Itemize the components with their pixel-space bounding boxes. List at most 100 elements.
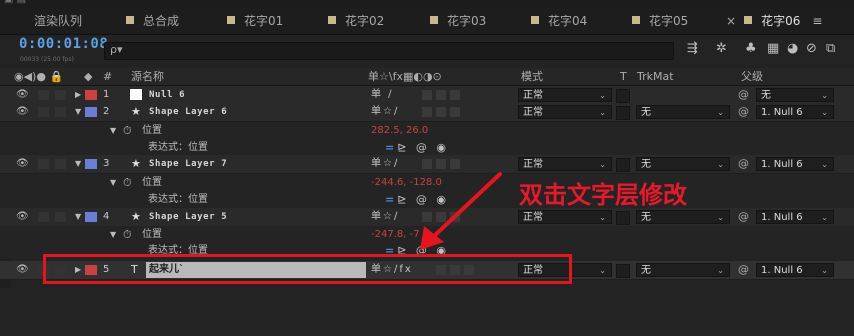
preserve-transparency-toggle[interactable] (616, 158, 630, 172)
tab-main-comp[interactable]: 总合成 (126, 8, 179, 34)
expression-row[interactable]: 表达式：位置 =⊵ @ ◉ (0, 139, 854, 156)
switch-box[interactable] (436, 90, 446, 100)
stopwatch-icon[interactable]: ⏱ (123, 122, 132, 140)
trkmat-select[interactable]: 无 ⌄ (636, 210, 730, 224)
label-color-swatch[interactable] (85, 159, 97, 169)
collapse-triangle-icon[interactable]: ▼ (75, 155, 81, 173)
comp-mini-flowchart-icon[interactable]: ⇶ (687, 41, 698, 56)
collapse-triangle-icon[interactable]: ▼ (110, 174, 116, 192)
blend-mode-value: 正常 (523, 90, 543, 101)
layer-columns-header: ◉◀)● 🔒 ◆ # 源名称 单☆\fx▦◐◑⊙ 模式 T TrkMat 父级 (0, 68, 854, 86)
preserve-transparency-toggle[interactable] (616, 89, 630, 103)
trkmat-select[interactable]: 无 ⌄ (636, 263, 730, 277)
lock-toggle[interactable] (55, 107, 66, 117)
composition-tab-bar: 渲染队列 总合成 花字01 花字02 花字03 花字04 花字05 × 花字06 ≡ (0, 8, 854, 35)
null-layer-icon (130, 89, 142, 100)
stopwatch-icon[interactable]: ⏱ (123, 174, 132, 192)
switch-box[interactable] (450, 90, 460, 100)
parent-select[interactable]: 1. Null 6 ⌄ (756, 210, 834, 224)
position-value[interactable]: 282.5, 26.0 (371, 122, 428, 140)
current-time-display[interactable]: 0:00:01:08 (19, 36, 108, 52)
eye-icon[interactable]: 👁 (16, 208, 29, 226)
label-color-swatch[interactable] (85, 212, 97, 222)
source-name-header[interactable]: 源名称 (131, 68, 164, 85)
blend-mode-select[interactable]: 正常 ⌄ (518, 88, 612, 102)
panel-menu-icon[interactable]: ≡ (812, 14, 822, 28)
lock-toggle[interactable] (55, 159, 66, 169)
collapse-triangle-icon[interactable]: ▼ (75, 208, 81, 226)
tab-huazi06[interactable]: × 花字06 ≡ (726, 8, 822, 34)
expand-triangle-icon[interactable]: ▶ (75, 86, 81, 104)
tab-huazi05[interactable]: 花字05 (632, 8, 688, 34)
parent-select[interactable]: 1. Null 6 ⌄ (756, 105, 834, 119)
eye-icon[interactable]: 👁 (16, 261, 29, 279)
pick-whip-icon[interactable]: @ (738, 103, 749, 121)
switch-box[interactable] (450, 107, 460, 117)
close-icon[interactable]: × (726, 14, 736, 28)
tab-huazi03[interactable]: 花字03 (430, 8, 486, 34)
blend-mode-select[interactable]: 正常 ⌄ (518, 210, 612, 224)
property-row[interactable]: ▼ ⏱ 位置 282.5, 26.0 (0, 122, 854, 139)
blend-mode-select[interactable]: 正常 ⌄ (518, 157, 612, 171)
pick-whip-icon[interactable]: @ (738, 155, 749, 173)
collapse-triangle-icon[interactable]: ▼ (75, 103, 81, 121)
blend-mode-select[interactable]: 正常 ⌄ (518, 105, 612, 119)
layer-name[interactable]: Shape Layer 6 (149, 103, 227, 121)
graph-editor-icon[interactable]: ⊘ (806, 41, 817, 56)
lock-toggle[interactable] (55, 90, 66, 100)
collapse-triangle-icon[interactable]: ▼ (110, 122, 116, 140)
layer-search-input[interactable]: ρ▾ (104, 42, 674, 60)
label-color-swatch[interactable] (85, 107, 97, 117)
pick-whip-icon[interactable]: @ (738, 208, 749, 226)
chevron-down-icon: ⌄ (717, 266, 724, 275)
comp-marker-icon (430, 16, 438, 24)
comp-marker-icon (744, 16, 753, 24)
layer-switches[interactable]: 单 ∕ (371, 86, 394, 104)
audio-toggle[interactable] (38, 90, 49, 100)
switch-box[interactable] (422, 107, 432, 117)
layer-name[interactable]: Null 6 (149, 86, 185, 104)
layer-row[interactable]: 👁 ▼ 2 ★ Shape Layer 6 单☆∕ 正常 ⌄ 无 ⌄ @ 1. Nu… (0, 103, 854, 122)
comp-marker-icon (227, 16, 235, 24)
tab-render-queue[interactable]: 渲染队列 (34, 8, 82, 34)
annotation-arrow-icon (420, 172, 502, 250)
label-header-icon: ◆ (84, 70, 93, 83)
trkmat-value: 无 (641, 107, 651, 118)
trkmat-select[interactable]: 无 ⌄ (636, 157, 730, 171)
pick-whip-icon[interactable]: @ (738, 86, 749, 104)
frame-blending-icon[interactable]: ▦ (767, 41, 779, 56)
layer-switches[interactable]: 单☆∕ (371, 155, 399, 173)
parent-select[interactable]: 1. Null 6 ⌄ (756, 263, 834, 277)
eye-icon[interactable]: 👁 (16, 103, 29, 121)
lock-toggle[interactable] (55, 212, 66, 222)
audio-toggle[interactable] (38, 159, 49, 169)
position-property-name: 位置 (142, 125, 162, 136)
expand-icon[interactable]: ⧉ (826, 41, 835, 56)
switch-box[interactable] (436, 107, 446, 117)
motion-blur-icon[interactable]: ◕ (787, 41, 798, 56)
parent-select[interactable]: 1. Null 6 ⌄ (756, 157, 834, 171)
eye-icon[interactable]: 👁 (16, 86, 29, 104)
chevron-down-icon: ⌄ (599, 160, 606, 169)
switch-box[interactable] (422, 90, 432, 100)
eye-icon[interactable]: 👁 (16, 155, 29, 173)
preserve-transparency-toggle[interactable] (616, 264, 630, 278)
audio-toggle[interactable] (38, 107, 49, 117)
tab-huazi04[interactable]: 花字04 (531, 8, 587, 34)
shy-layers-icon[interactable]: ♣ (745, 41, 757, 56)
tab-huazi01[interactable]: 花字01 (227, 8, 283, 34)
layer-name[interactable]: Shape Layer 5 (149, 208, 227, 226)
layer-switches[interactable]: 单☆∕ (371, 103, 399, 121)
chevron-down-icon: ⌄ (599, 91, 606, 100)
label-color-swatch[interactable] (85, 90, 97, 100)
preserve-transparency-toggle[interactable] (616, 211, 630, 225)
preserve-transparency-toggle[interactable] (616, 106, 630, 120)
audio-toggle[interactable] (38, 212, 49, 222)
parent-select[interactable]: 无 ⌄ (756, 88, 834, 102)
layer-name[interactable]: Shape Layer 7 (149, 155, 227, 173)
draft-3d-icon[interactable]: ✲ (716, 41, 727, 56)
pick-whip-icon[interactable]: @ (738, 261, 749, 279)
layer-switches[interactable]: 单☆∕ (371, 208, 399, 226)
trkmat-select[interactable]: 无 ⌄ (636, 105, 730, 119)
tab-huazi02[interactable]: 花字02 (328, 8, 384, 34)
